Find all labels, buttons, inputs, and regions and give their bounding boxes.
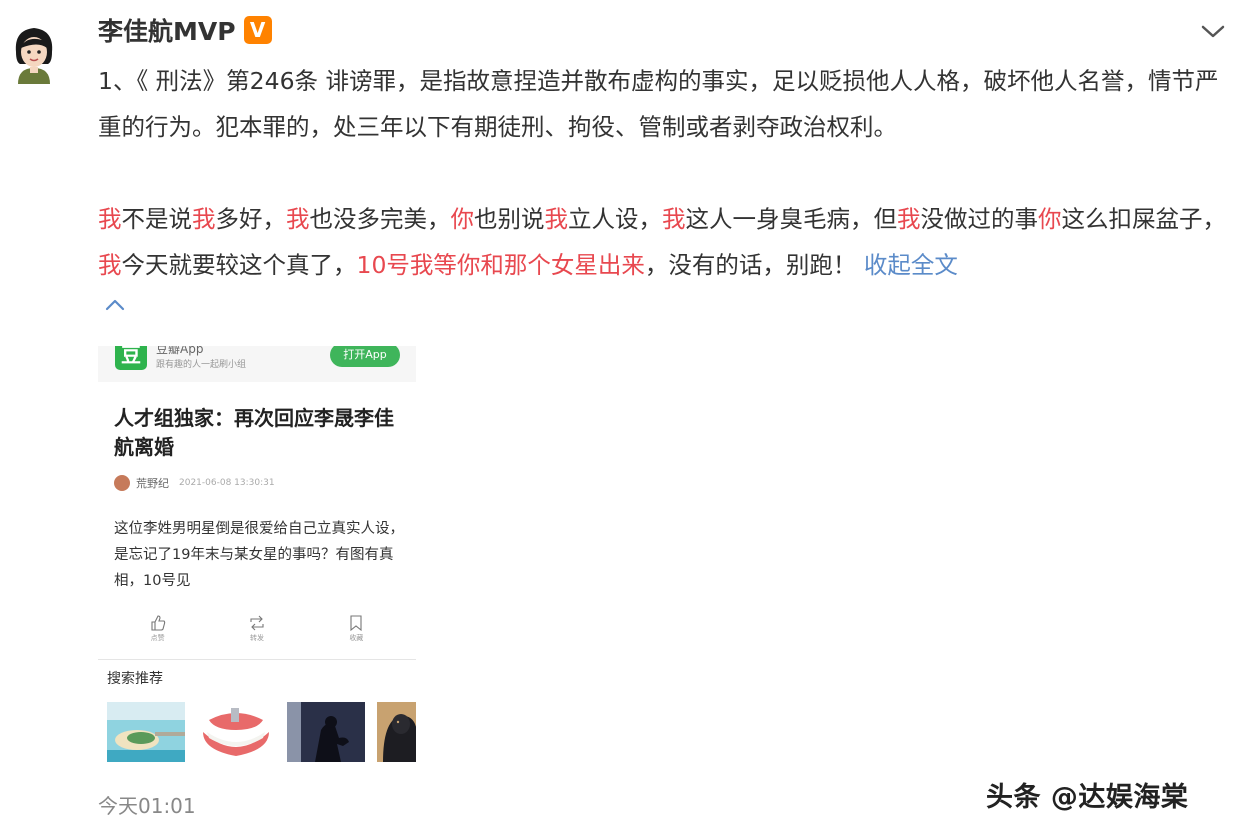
post-text: 多好，	[215, 205, 287, 233]
post-text: 今天就要较这个真了，	[121, 251, 357, 279]
like-label: 点赞	[150, 634, 165, 642]
embedded-screenshot[interactable]: 豆 豆瓣App 跟有趣的人一起刷小组 打开App 人才组独家：再次回应李晟李佳航…	[98, 346, 416, 766]
douban-app-icon: 豆	[115, 346, 147, 370]
thumbnail-dark-image[interactable]	[287, 702, 365, 762]
bookmark-label: 收藏	[349, 634, 364, 642]
post-text: ，没有的话，别跑！	[644, 251, 864, 279]
repost-label: 转发	[249, 634, 264, 642]
thumbnail-dog-image[interactable]	[377, 702, 416, 762]
username-text[interactable]: 李佳航MVP	[98, 12, 236, 48]
highlight-text: 你	[450, 205, 475, 233]
post-text: 也没多完美，	[309, 205, 451, 233]
divider	[98, 659, 416, 660]
post-timestamp: 今天01:01	[98, 794, 196, 818]
post-text: 也别说	[474, 205, 545, 233]
thumbnail-teeth-image[interactable]	[197, 702, 275, 762]
author-row: 荒野纪 2021-06-08 13:30:31	[114, 475, 275, 491]
highlight-text: 你	[1038, 205, 1062, 233]
like-button[interactable]: 点赞	[149, 614, 167, 658]
open-app-button[interactable]: 打开App	[330, 346, 400, 367]
action-bar: 点赞 转发 收藏	[98, 614, 416, 658]
repost-button[interactable]: 转发	[248, 614, 266, 658]
highlight-text: 我	[897, 205, 921, 233]
repost-icon	[250, 615, 264, 631]
watermark-text: 头条 @达娱海棠	[986, 782, 1189, 813]
post-paragraph-2: 我不是说我多好，我也没多完美，你也别说我立人设，我这人一身臭毛病，但我没做过的事…	[98, 196, 1233, 288]
post-paragraph-1: 1、《 刑法》第246条 诽谤罪，是指故意捏造并散布虚构的事实，足以贬损他人人格…	[98, 67, 1219, 141]
post-text: 没做过的事	[920, 205, 1039, 233]
bookmark-button[interactable]: 收藏	[347, 614, 365, 658]
douban-app-banner: 豆 豆瓣App 跟有趣的人一起刷小组 打开App	[98, 346, 416, 382]
avatar[interactable]	[8, 22, 60, 84]
search-recommendations-heading: 搜索推荐	[107, 671, 163, 687]
post-text: 不是说	[121, 205, 193, 233]
like-icon	[151, 615, 165, 631]
highlight-text: 我	[98, 205, 122, 233]
app-subtitle: 跟有趣的人一起刷小组	[156, 360, 247, 370]
author-avatar	[114, 475, 130, 491]
embedded-body: 这位李姓男明星倒是很爱给自己立真实人设，是忘记了19年末与某女星的事吗？有图有真…	[114, 521, 404, 589]
thumbnail-coast-image[interactable]	[107, 702, 185, 762]
highlight-text: 我	[98, 251, 122, 279]
collapse-full-text-link[interactable]: 收起全文	[864, 251, 958, 279]
thumbnail-row	[107, 702, 416, 762]
highlight-text: 我	[286, 205, 310, 233]
highlight-text: 我	[544, 205, 569, 233]
post-text: 这人一身臭毛病，但	[685, 205, 898, 233]
post-text: 立人设，	[568, 205, 662, 233]
chevron-down-icon[interactable]	[1198, 18, 1228, 44]
app-name: 豆瓣App	[156, 346, 204, 356]
embedded-title: 人才组独家：再次回应李晟李佳航离婚	[114, 406, 394, 459]
chevron-up-icon[interactable]	[100, 290, 130, 320]
post-text: 这么扣屎盆子，	[1061, 205, 1227, 233]
highlight-text: 我	[662, 205, 686, 233]
highlight-text: 10号我等你和那个女星出来	[356, 251, 645, 279]
post-content: 1、《 刑法》第246条 诽谤罪，是指故意捏造并散布虚构的事实，足以贬损他人人格…	[98, 58, 1233, 320]
post-time: 2021-06-08 13:30:31	[179, 478, 275, 488]
verified-badge-icon: V	[243, 16, 272, 44]
username[interactable]: 李佳航MVP V	[98, 12, 272, 48]
highlight-text: 我	[192, 205, 216, 233]
bookmark-icon	[350, 615, 362, 632]
author-name: 荒野纪	[136, 477, 169, 490]
